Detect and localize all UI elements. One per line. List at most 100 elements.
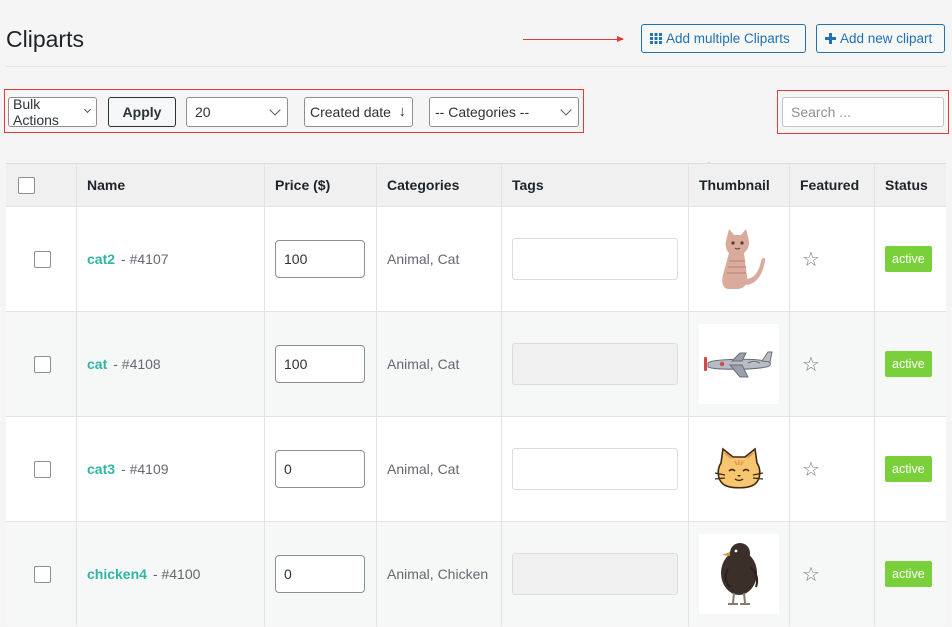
price-cell: [265, 207, 377, 311]
price-cell: [265, 312, 377, 416]
row-checkbox-cell: [6, 312, 77, 416]
status-cell: active: [875, 207, 946, 311]
column-header-thumbnail: Thumbnail: [689, 164, 790, 206]
standing-cat-thumbnail: [699, 219, 779, 299]
column-header-tags: Tags: [502, 164, 689, 206]
clipart-id: - #4100: [152, 566, 201, 582]
black-chicken-thumbnail: [699, 534, 779, 614]
categories-cell: Animal, Cat: [377, 312, 502, 416]
apply-label: Apply: [122, 104, 162, 120]
add-new-clipart-button[interactable]: Add new clipart: [816, 24, 945, 53]
name-cell: chicken4 - #4100: [77, 522, 265, 626]
column-header-featured: Featured: [790, 164, 875, 206]
title-divider: [6, 66, 946, 67]
price-input[interactable]: [275, 450, 365, 488]
tags-input[interactable]: [512, 238, 678, 280]
table-header: Name Price ($) Categories Tags Thumbnail…: [6, 164, 946, 206]
clipart-name-link[interactable]: cat2: [87, 251, 115, 267]
star-icon[interactable]: ☆: [802, 457, 820, 482]
table-row: cat2 - #4107 Animal, Cat ☆ active: [6, 206, 946, 311]
column-header-categories: Categories: [377, 164, 502, 206]
price-input[interactable]: [275, 555, 365, 593]
row-checkbox[interactable]: [34, 565, 51, 583]
thumbnail-cell: [689, 522, 790, 626]
thumbnail-cell: [689, 417, 790, 521]
status-cell: active: [875, 522, 946, 626]
tags-input[interactable]: [512, 448, 678, 490]
tags-cell: [502, 207, 689, 311]
grid-icon: [650, 33, 662, 44]
table-row: cat - #4108 Animal, Cat ☆ active: [6, 311, 946, 416]
price-cell: [265, 522, 377, 626]
categories-cell: Animal, Chicken: [377, 522, 502, 626]
bulk-actions-select[interactable]: Bulk Actions: [8, 96, 97, 128]
featured-cell: ☆: [790, 312, 875, 416]
row-checkbox-cell: [6, 417, 77, 521]
star-icon[interactable]: ☆: [802, 352, 820, 377]
categories-select[interactable]: -- Categories --: [429, 97, 579, 127]
name-cell: cat3 - #4109: [77, 417, 265, 521]
star-icon[interactable]: ☆: [802, 247, 820, 272]
tags-cell: [502, 312, 689, 416]
cat-face-thumbnail: [699, 429, 779, 509]
clipart-name-link[interactable]: cat: [87, 356, 107, 372]
column-header-status: Status: [885, 177, 928, 193]
featured-cell: ☆: [790, 522, 875, 626]
thumbnail-cell: [689, 312, 790, 416]
search-input[interactable]: [782, 97, 944, 127]
price-input[interactable]: [275, 345, 365, 383]
add-multiple-cliparts-label: Add multiple Cliparts: [666, 31, 790, 46]
tags-cell: [502, 522, 689, 626]
name-cell: cat - #4108: [77, 312, 265, 416]
categories-cell: Animal, Cat: [377, 417, 502, 521]
clipart-name-link[interactable]: cat3: [87, 461, 115, 477]
sort-label: Created date: [310, 104, 391, 120]
tags-cell: [502, 417, 689, 521]
status-cell: active: [875, 312, 946, 416]
tags-input[interactable]: [512, 343, 678, 385]
name-cell: cat2 - #4107: [77, 207, 265, 311]
tags-input[interactable]: [512, 553, 678, 595]
clipart-id: - #4108: [113, 356, 161, 372]
row-checkbox[interactable]: [34, 355, 51, 373]
status-badge: active: [885, 456, 932, 482]
table-row: cat3 - #4109 Animal, Cat ☆ active: [6, 416, 946, 521]
thumbnail-cell: [689, 207, 790, 311]
categories-cell: Animal, Cat: [377, 207, 502, 311]
select-all-checkbox[interactable]: [18, 176, 35, 194]
row-checkbox-cell: [6, 522, 77, 626]
status-cell: active: [875, 417, 946, 521]
row-checkbox-cell: [6, 207, 77, 311]
apply-button[interactable]: Apply: [108, 97, 176, 127]
sort-select[interactable]: Created date ↓: [304, 97, 413, 127]
star-icon[interactable]: ☆: [802, 562, 820, 587]
price-input[interactable]: [275, 240, 365, 278]
airplane-thumbnail: [699, 324, 779, 404]
column-header-name[interactable]: Name: [77, 164, 265, 206]
annotation-arrow: [523, 36, 624, 42]
add-multiple-cliparts-button[interactable]: Add multiple Cliparts: [641, 24, 806, 53]
bulk-actions-label: Bulk Actions: [13, 96, 59, 128]
column-header-price[interactable]: Price ($): [265, 164, 377, 206]
table-row: chicken4 - #4100 Animal, Chicken ☆ activ…: [6, 521, 946, 626]
cliparts-table: Name Price ($) Categories Tags Thumbnail…: [6, 163, 946, 626]
row-checkbox[interactable]: [34, 460, 51, 478]
plus-icon: [825, 33, 836, 44]
header-checkbox-cell: [6, 164, 77, 206]
clipart-id: - #4107: [121, 251, 169, 267]
featured-cell: ☆: [790, 207, 875, 311]
arrow-down-icon: ↓: [398, 103, 407, 120]
status-badge: active: [885, 246, 932, 272]
per-page-select[interactable]: 20: [186, 97, 288, 127]
page-title: Cliparts: [6, 26, 84, 52]
clipart-name-link[interactable]: chicken4: [87, 566, 147, 582]
row-checkbox[interactable]: [34, 250, 51, 268]
status-badge: active: [885, 351, 932, 377]
per-page-value: 20: [195, 104, 211, 120]
chevron-down-icon: [560, 104, 572, 116]
price-cell: [265, 417, 377, 521]
featured-cell: ☆: [790, 417, 875, 521]
categories-label: -- Categories --: [435, 104, 530, 120]
clipart-id: - #4109: [121, 461, 169, 477]
chevron-down-icon: [269, 104, 281, 116]
